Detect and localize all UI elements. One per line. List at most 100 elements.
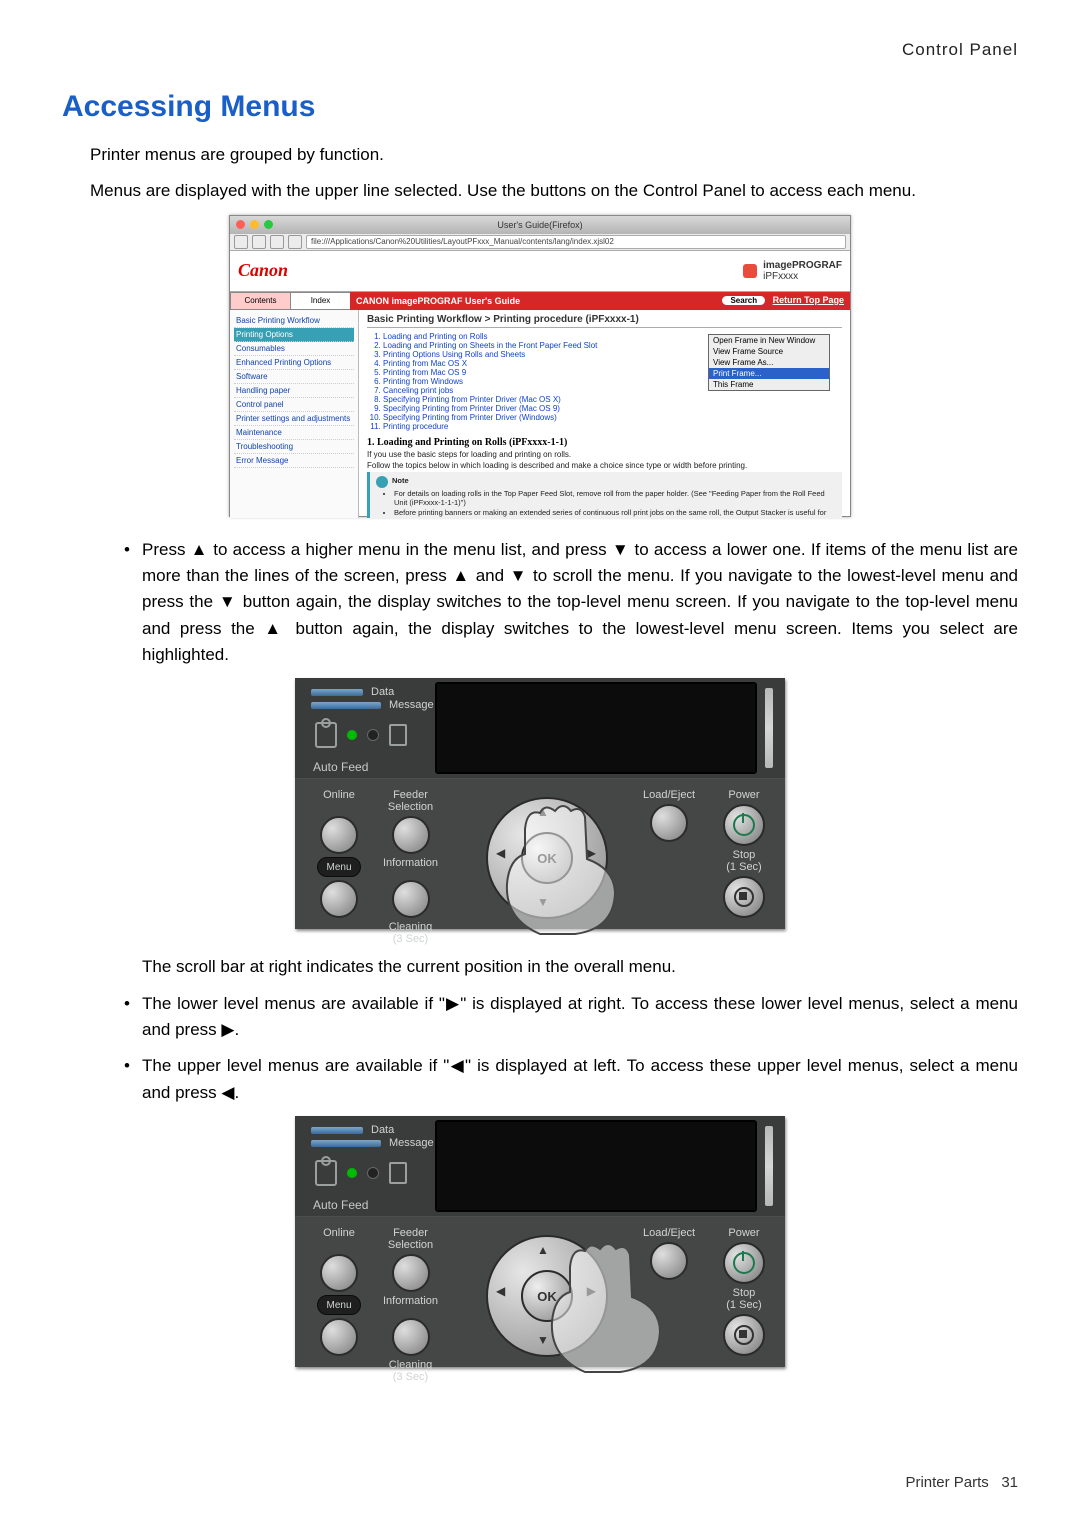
forward-icon bbox=[252, 235, 266, 249]
lcd-screen bbox=[435, 1120, 757, 1212]
sidebar-item: Software bbox=[234, 370, 354, 384]
ink-status bbox=[315, 1160, 407, 1186]
note-icon bbox=[376, 476, 388, 488]
down-arrow-icon[interactable]: ▼ bbox=[537, 1333, 549, 1347]
load-eject-button[interactable] bbox=[650, 804, 688, 842]
reload-icon bbox=[270, 235, 284, 249]
auto-feed-label: Auto Feed bbox=[313, 1198, 368, 1212]
footer-section: Printer Parts bbox=[905, 1474, 988, 1491]
intro-text-1: Printer menus are grouped by function. bbox=[90, 142, 1018, 168]
sidebar-item: Consumables bbox=[234, 342, 354, 356]
context-menu-item: This Frame bbox=[709, 379, 829, 390]
ink-icon bbox=[315, 1160, 337, 1186]
note-item: Before printing banners or making an ext… bbox=[394, 508, 836, 518]
lcd-indicator: Data Message bbox=[311, 1124, 434, 1149]
stop-button[interactable] bbox=[723, 1314, 765, 1356]
up-arrow-icon[interactable]: ▲ bbox=[537, 1243, 549, 1257]
context-menu-item: Open Frame in New Window bbox=[709, 335, 829, 346]
control-panel-illustration: Data Message Auto Feed Online Feeder Sel… bbox=[295, 1116, 785, 1367]
brand-icon bbox=[743, 264, 757, 278]
context-menu-item: View Frame As... bbox=[709, 357, 829, 368]
load-eject-button[interactable] bbox=[650, 1242, 688, 1280]
bullet-2: The lower level menus are available if "… bbox=[142, 991, 1018, 1044]
power-button[interactable] bbox=[723, 1242, 765, 1284]
down-arrow-icon[interactable]: ▼ bbox=[537, 895, 549, 909]
menu-button[interactable] bbox=[320, 880, 358, 918]
guide-title: CANON imagePROGRAF User's Guide bbox=[356, 296, 520, 306]
breadcrumb: Basic Printing Workflow > Printing proce… bbox=[367, 314, 842, 328]
left-arrow-icon[interactable]: ◀ bbox=[496, 846, 505, 860]
section-heading: 1. Loading and Printing on Rolls (iPFxxx… bbox=[367, 437, 842, 448]
section-text: Follow the topics below in which loading… bbox=[367, 461, 842, 470]
sidebar-item: Error Message bbox=[234, 454, 354, 468]
right-arrow-icon[interactable]: ▶ bbox=[587, 846, 596, 860]
power-button[interactable] bbox=[723, 804, 765, 846]
menu-label-badge: Menu bbox=[317, 1295, 361, 1315]
bullet-1: Press ▲ to access a higher menu in the m… bbox=[142, 537, 1018, 669]
window-titlebar: User's Guide(Firefox) bbox=[230, 216, 850, 234]
navigation-pad[interactable]: OK ▲ ▼ ◀ ▶ bbox=[480, 791, 610, 921]
return-top-link: Return Top Page bbox=[773, 295, 844, 305]
right-arrow-icon[interactable]: ▶ bbox=[587, 1284, 596, 1298]
stop-icon bbox=[734, 1325, 754, 1345]
power-label: Power bbox=[728, 789, 759, 801]
information-button[interactable] bbox=[392, 1318, 430, 1356]
navigation-pad[interactable]: OK ▲ ▼ ◀ ▶ bbox=[480, 1229, 610, 1359]
context-menu-item: Print Frame... bbox=[709, 368, 829, 379]
feeder-label: Feeder Selection bbox=[388, 1227, 433, 1251]
left-arrow-icon[interactable]: ◀ bbox=[496, 1284, 505, 1298]
context-menu-item: View Frame Source bbox=[709, 346, 829, 357]
power-label: Power bbox=[728, 1227, 759, 1239]
search-button: Search bbox=[722, 296, 765, 305]
sidebar-item: Printing Options bbox=[234, 328, 354, 342]
scroll-bar-indicator bbox=[765, 1126, 773, 1206]
feeder-label: Feeder Selection bbox=[388, 789, 433, 813]
sidebar-item: Basic Printing Workflow bbox=[234, 314, 354, 328]
minimize-icon bbox=[250, 220, 259, 229]
bullet-3: The upper level menus are available if "… bbox=[142, 1053, 1018, 1106]
scroll-note: The scroll bar at right indicates the cu… bbox=[142, 954, 1018, 980]
url-field: file:///Applications/Canon%20Utilities/L… bbox=[306, 235, 846, 249]
back-icon bbox=[234, 235, 248, 249]
sidebar-item: Troubleshooting bbox=[234, 440, 354, 454]
scroll-bar-indicator bbox=[765, 688, 773, 768]
led-green-icon bbox=[347, 1168, 357, 1178]
information-button[interactable] bbox=[392, 880, 430, 918]
sheet-icon bbox=[389, 1162, 407, 1184]
menu-button[interactable] bbox=[320, 1318, 358, 1356]
lcd-data-label: Data bbox=[371, 686, 394, 698]
lcd-indicator: Data Message bbox=[311, 686, 434, 711]
sidebar: Basic Printing Workflow Printing Options… bbox=[230, 310, 359, 518]
online-button[interactable] bbox=[320, 1254, 358, 1292]
lcd-screen bbox=[435, 682, 757, 774]
browser-toolbar: file:///Applications/Canon%20Utilities/L… bbox=[230, 234, 850, 251]
sidebar-item: Handling paper bbox=[234, 384, 354, 398]
ink-status bbox=[315, 722, 407, 748]
feeder-button[interactable] bbox=[392, 816, 430, 854]
page-footer: Printer Parts 31 bbox=[905, 1474, 1018, 1491]
close-icon bbox=[236, 220, 245, 229]
content-link: Printing procedure bbox=[383, 422, 842, 431]
led-off-icon bbox=[367, 1167, 379, 1179]
feeder-button[interactable] bbox=[392, 1254, 430, 1292]
window-title: User's Guide(Firefox) bbox=[230, 216, 850, 234]
page-section-header: Control Panel bbox=[62, 40, 1018, 60]
content-link: Specifying Printing from Printer Driver … bbox=[383, 413, 842, 422]
sidebar-item: Maintenance bbox=[234, 426, 354, 440]
power-icon bbox=[733, 1252, 755, 1274]
up-arrow-icon[interactable]: ▲ bbox=[537, 805, 549, 819]
online-button[interactable] bbox=[320, 816, 358, 854]
content-link: Specifying Printing from Printer Driver … bbox=[383, 404, 842, 413]
auto-feed-label: Auto Feed bbox=[313, 760, 368, 774]
lcd-message-label: Message bbox=[389, 1137, 434, 1149]
brand-line1: imagePROGRAF bbox=[763, 260, 842, 271]
sidebar-item: Enhanced Printing Options bbox=[234, 356, 354, 370]
note-item: For details on loading rolls in the Top … bbox=[394, 489, 836, 507]
stop-button[interactable] bbox=[723, 876, 765, 918]
ok-button[interactable]: OK bbox=[521, 1270, 573, 1322]
stop-icon bbox=[734, 887, 754, 907]
ink-icon bbox=[315, 722, 337, 748]
stop-label: Stop (1 Sec) bbox=[726, 1287, 761, 1311]
load-eject-label: Load/Eject bbox=[643, 789, 695, 801]
menu-label-badge: Menu bbox=[317, 857, 361, 877]
